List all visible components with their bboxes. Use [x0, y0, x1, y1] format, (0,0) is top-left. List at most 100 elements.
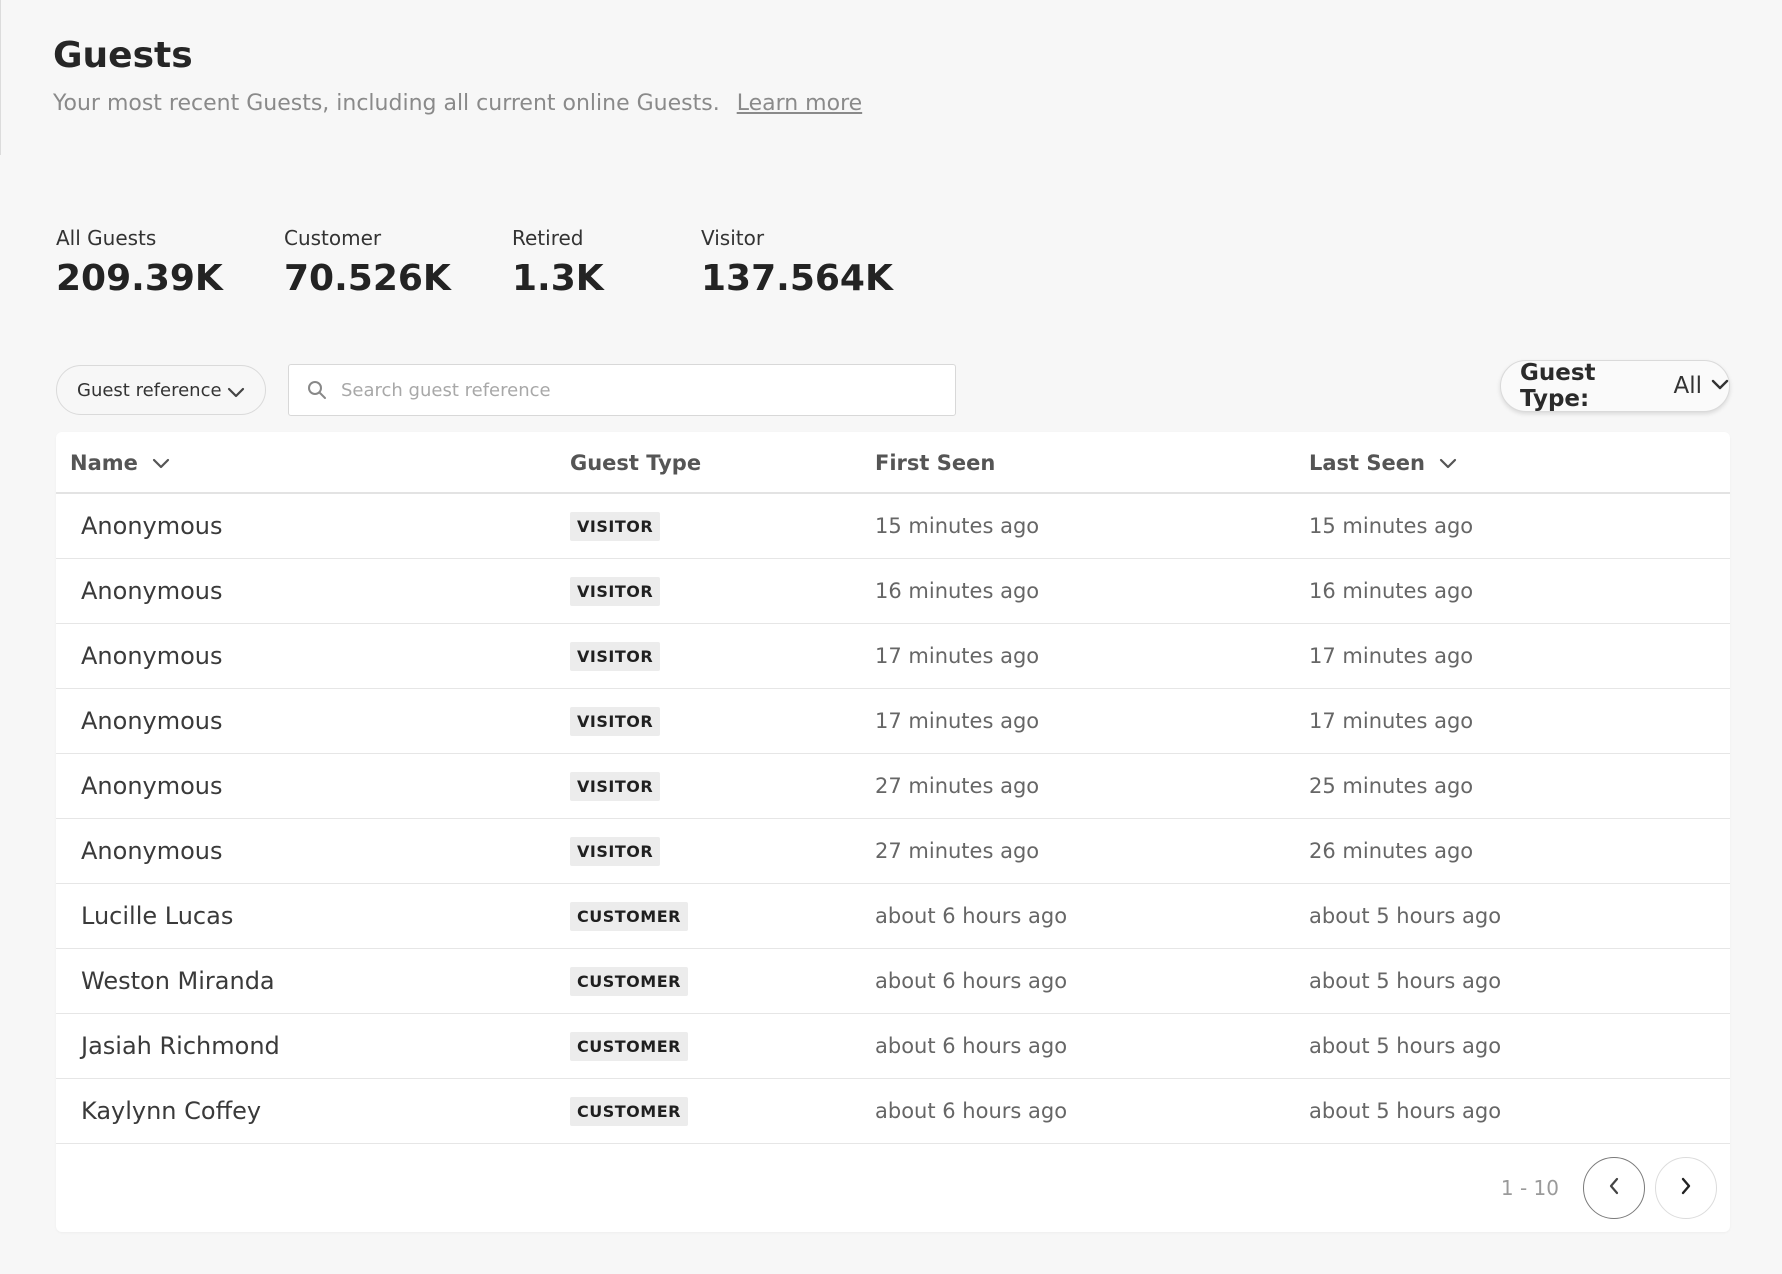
table-row[interactable]: Jasiah Richmond CUSTOMER about 6 hours a… — [56, 1014, 1730, 1079]
chevron-left-icon — [1608, 1177, 1620, 1199]
stat-label: Visitor — [701, 226, 765, 250]
first-seen: 16 minutes ago — [875, 579, 1040, 603]
guest-type-cell: CUSTOMER — [570, 1079, 688, 1143]
guest-type-badge: CUSTOMER — [570, 901, 688, 931]
column-header-label: Name — [70, 451, 138, 475]
next-page-button[interactable] — [1655, 1157, 1717, 1219]
column-header-label: Last Seen — [1309, 451, 1425, 475]
guest-name[interactable]: Lucille Lucas — [81, 884, 233, 948]
column-header-label: First Seen — [875, 451, 996, 475]
guest-name[interactable]: Anonymous — [81, 754, 223, 818]
guest-name[interactable]: Anonymous — [81, 559, 223, 623]
pagination: 1 - 10 — [1501, 1157, 1717, 1219]
stat-label: Customer — [284, 226, 382, 250]
last-seen: about 5 hours ago — [1309, 904, 1502, 928]
page-range: 1 - 10 — [1500, 1176, 1559, 1200]
stat-label: All Guests — [56, 226, 157, 250]
guest-type-badge: VISITOR — [570, 771, 661, 801]
table-row[interactable]: Anonymous VISITOR 27 minutes ago 26 minu… — [56, 819, 1730, 884]
first-seen: 17 minutes ago — [875, 644, 1040, 668]
guest-type-cell: VISITOR — [570, 819, 661, 883]
last-seen: 17 minutes ago — [1309, 644, 1474, 668]
first-seen: about 6 hours ago — [875, 969, 1068, 993]
chevron-down-icon — [1711, 371, 1729, 397]
guest-type-badge: CUSTOMER — [570, 966, 688, 996]
guest-type-cell: VISITOR — [570, 494, 661, 558]
learn-more-link[interactable]: Learn more — [737, 91, 862, 116]
page-header: Guests Your most recent Guests, includin… — [53, 30, 862, 118]
guest-name[interactable]: Jasiah Richmond — [81, 1014, 280, 1078]
guest-type-filter-button[interactable]: Guest Type: All — [1500, 360, 1730, 412]
stat-value: 70.526K — [284, 258, 451, 299]
guest-type-cell: VISITOR — [570, 754, 661, 818]
table-body: Anonymous VISITOR 15 minutes ago 15 minu… — [56, 494, 1730, 1144]
table-row[interactable]: Anonymous VISITOR 16 minutes ago 16 minu… — [56, 559, 1730, 624]
page-subtitle: Your most recent Guests, including all c… — [53, 90, 862, 118]
search-field-select-label: Guest reference — [77, 379, 222, 401]
column-header-label: Guest Type — [570, 451, 702, 475]
first-seen: about 6 hours ago — [875, 1034, 1068, 1058]
stat-value: 209.39K — [56, 258, 223, 299]
guest-name[interactable]: Anonymous — [81, 624, 223, 688]
last-seen: 17 minutes ago — [1309, 709, 1474, 733]
last-seen: 15 minutes ago — [1309, 514, 1474, 538]
last-seen: about 5 hours ago — [1309, 969, 1502, 993]
table-header: Name Guest Type First Seen Last Seen — [56, 432, 1730, 494]
search-icon — [307, 380, 327, 400]
guest-type-badge: VISITOR — [570, 641, 661, 671]
page-title: Guests — [53, 35, 193, 76]
stat-visitor: Visitor 137.564K — [701, 224, 901, 304]
guest-type-badge: CUSTOMER — [570, 1031, 688, 1061]
column-header-name[interactable]: Name — [70, 449, 170, 477]
first-seen: about 6 hours ago — [875, 1099, 1068, 1123]
guest-name[interactable]: Anonymous — [81, 689, 223, 753]
guest-type-badge: VISITOR — [570, 576, 661, 606]
guest-type-badge: VISITOR — [570, 836, 661, 866]
search-input[interactable] — [339, 378, 903, 402]
table-row[interactable]: Kaylynn Coffey CUSTOMER about 6 hours ag… — [56, 1079, 1730, 1144]
stat-value: 1.3K — [512, 258, 604, 299]
stat-retired: Retired 1.3K — [512, 224, 701, 304]
stat-customer: Customer 70.526K — [284, 224, 512, 304]
table-row[interactable]: Anonymous VISITOR 17 minutes ago 17 minu… — [56, 624, 1730, 689]
guest-name[interactable]: Weston Miranda — [81, 949, 275, 1013]
guest-type-cell: CUSTOMER — [570, 1014, 688, 1078]
stat-all-guests: All Guests 209.39K — [56, 224, 284, 304]
column-header-first-seen: First Seen — [875, 449, 995, 477]
column-header-last-seen[interactable]: Last Seen — [1309, 449, 1457, 477]
guest-type-badge: CUSTOMER — [570, 1096, 688, 1126]
guest-name[interactable]: Anonymous — [81, 819, 223, 883]
table-row[interactable]: Anonymous VISITOR 17 minutes ago 17 minu… — [56, 689, 1730, 754]
last-seen: 26 minutes ago — [1309, 839, 1474, 863]
guest-name[interactable]: Kaylynn Coffey — [81, 1079, 261, 1143]
search-box[interactable] — [288, 364, 956, 416]
page-left-divider — [0, 0, 1, 155]
prev-page-button[interactable] — [1583, 1157, 1645, 1219]
first-seen: about 6 hours ago — [875, 904, 1068, 928]
guest-name[interactable]: Anonymous — [81, 494, 223, 558]
chevron-down-icon — [152, 449, 170, 477]
guest-type-filter-label: Guest Type: — [1520, 360, 1596, 412]
table-row[interactable]: Weston Miranda CUSTOMER about 6 hours ag… — [56, 949, 1730, 1014]
guest-type-filter-value: All — [1673, 373, 1702, 399]
table-row[interactable]: Anonymous VISITOR 27 minutes ago 25 minu… — [56, 754, 1730, 819]
subtitle-text: Your most recent Guests, including all c… — [53, 91, 720, 116]
last-seen: about 5 hours ago — [1309, 1099, 1502, 1123]
search-field-select[interactable]: Guest reference — [56, 365, 266, 415]
first-seen: 27 minutes ago — [875, 774, 1040, 798]
first-seen: 27 minutes ago — [875, 839, 1040, 863]
guest-type-cell: VISITOR — [570, 624, 661, 688]
chevron-right-icon — [1680, 1177, 1692, 1199]
column-header-guest-type: Guest Type — [570, 449, 701, 477]
last-seen: 25 minutes ago — [1309, 774, 1474, 798]
last-seen: 16 minutes ago — [1309, 579, 1474, 603]
last-seen: about 5 hours ago — [1309, 1034, 1502, 1058]
table-row[interactable]: Anonymous VISITOR 15 minutes ago 15 minu… — [56, 494, 1730, 559]
chevron-down-icon — [227, 383, 245, 404]
stat-label: Retired — [512, 226, 584, 250]
guest-type-badge: VISITOR — [570, 706, 661, 736]
guest-type-cell: VISITOR — [570, 689, 661, 753]
guests-table: Name Guest Type First Seen Last Seen Ano… — [56, 432, 1730, 1232]
table-row[interactable]: Lucille Lucas CUSTOMER about 6 hours ago… — [56, 884, 1730, 949]
guest-type-cell: CUSTOMER — [570, 949, 688, 1013]
